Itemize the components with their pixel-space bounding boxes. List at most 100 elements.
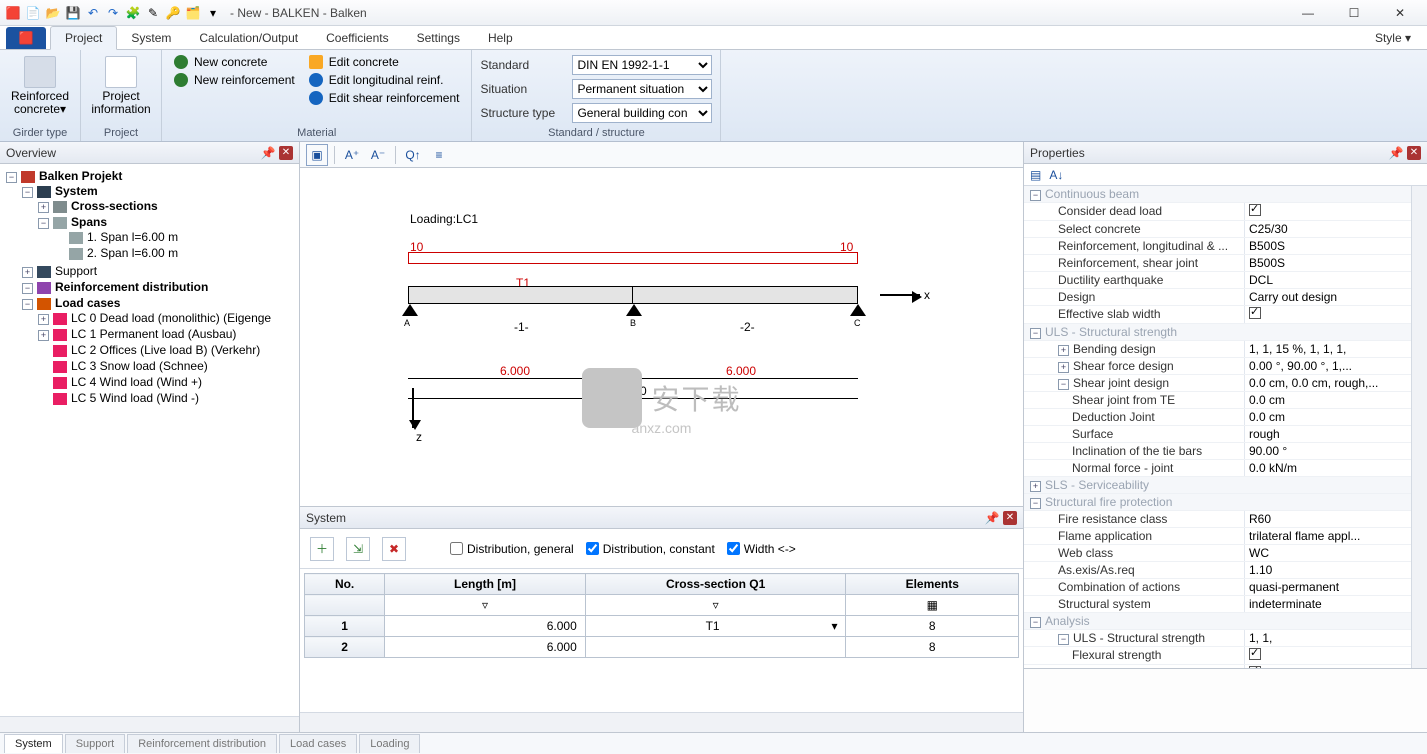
save-icon[interactable]: 💾	[64, 4, 82, 22]
wand-icon[interactable]: ✎	[144, 4, 162, 22]
pin-icon[interactable]: 📌	[985, 511, 999, 525]
tree-scrollbar[interactable]	[0, 716, 299, 732]
expand-icon[interactable]: +	[38, 314, 49, 325]
maximize-button[interactable]: ☐	[1331, 0, 1377, 26]
font-larger-icon[interactable]: A⁺	[341, 144, 363, 166]
close-button[interactable]: ✕	[1377, 0, 1423, 26]
q-up-icon[interactable]: Q↑	[402, 144, 424, 166]
tree-system[interactable]: System	[55, 184, 98, 198]
new-icon[interactable]: 📄	[24, 4, 42, 22]
tab-loading[interactable]: Loading	[359, 734, 420, 753]
system-table[interactable]: No. Length [m] Cross-section Q1 Elements…	[304, 573, 1019, 658]
tree-span-1[interactable]: 1. Span l=6.00 m	[87, 230, 178, 244]
edit-concrete-button[interactable]: Edit concrete	[305, 54, 464, 70]
checkbox[interactable]	[1249, 648, 1261, 660]
pin-icon[interactable]: 📌	[1389, 146, 1403, 160]
checkbox[interactable]	[1249, 666, 1261, 668]
tab-project[interactable]: Project	[50, 26, 117, 50]
collapse-icon[interactable]: −	[22, 299, 33, 310]
edit-shear-button[interactable]: Edit shear reinforcement	[305, 90, 464, 106]
tree-root[interactable]: Balken Projekt	[39, 169, 122, 183]
collapse-icon[interactable]: −	[22, 283, 33, 294]
tree-lc1[interactable]: LC 1 Permanent load (Ausbau)	[71, 327, 236, 341]
bars-icon[interactable]: ≡	[428, 144, 450, 166]
reinforced-concrete-button[interactable]: Reinforced concrete▾	[8, 54, 72, 118]
tree-lc4[interactable]: LC 4 Wind load (Wind +)	[71, 375, 202, 389]
filter-icon[interactable]: ▿	[585, 595, 846, 616]
collapse-icon[interactable]: −	[1058, 379, 1069, 390]
cell-cs[interactable]: T1 ▾	[585, 616, 846, 637]
minimize-button[interactable]: ―	[1285, 0, 1331, 26]
style-dropdown[interactable]: Style ▾	[1365, 27, 1421, 49]
categorize-icon[interactable]: ▤	[1030, 168, 1041, 182]
expand-icon[interactable]: +	[38, 202, 49, 213]
tree-loadcases[interactable]: Load cases	[55, 296, 120, 310]
structure-select[interactable]: General building con	[572, 103, 712, 123]
cell-elements[interactable]: 8	[846, 616, 1019, 637]
expand-icon[interactable]: +	[1058, 345, 1069, 356]
tab-system[interactable]: System	[117, 27, 185, 49]
system-scrollbar[interactable]	[300, 712, 1023, 732]
expand-icon[interactable]: +	[1030, 481, 1041, 492]
tab-system[interactable]: System	[4, 734, 63, 753]
tree-cross-sections[interactable]: Cross-sections	[71, 199, 158, 213]
filter-icon[interactable]: ▿	[385, 595, 586, 616]
checkbox[interactable]	[1249, 307, 1261, 319]
dist-general-check[interactable]: Distribution, general	[450, 542, 574, 556]
qat-more-icon[interactable]: ▾	[204, 4, 222, 22]
collapse-icon[interactable]: −	[38, 218, 49, 229]
collapse-icon[interactable]: −	[1030, 328, 1041, 339]
drawing-canvas[interactable]: Loading:LC1 10 10 T1 A B C -1- -2- x 6.0…	[300, 168, 1023, 506]
tree-reinforcement[interactable]: Reinforcement distribution	[55, 280, 208, 294]
insert-row-icon[interactable]: ⇲	[346, 537, 370, 561]
expand-icon[interactable]: +	[38, 330, 49, 341]
tree-lc5[interactable]: LC 5 Wind load (Wind -)	[71, 391, 199, 405]
checkbox[interactable]	[1249, 204, 1261, 216]
situation-select[interactable]: Permanent situation	[572, 79, 712, 99]
add-row-icon[interactable]: ＋	[310, 537, 334, 561]
cell-length[interactable]: 6.000	[385, 637, 586, 658]
file-tab[interactable]: 🟥	[6, 27, 46, 49]
panel-close-icon[interactable]: ✕	[1003, 511, 1017, 525]
open-icon[interactable]: 📂	[44, 4, 62, 22]
tree-spans[interactable]: Spans	[71, 215, 107, 229]
dropdown-icon[interactable]: ▾	[831, 619, 837, 633]
delete-row-icon[interactable]: ✖	[382, 537, 406, 561]
tab-calc[interactable]: Calculation/Output	[185, 27, 312, 49]
tree-lc0[interactable]: LC 0 Dead load (monolithic) (Eigenge	[71, 311, 271, 325]
tab-load-cases[interactable]: Load cases	[279, 734, 357, 753]
cell-cs[interactable]	[585, 637, 846, 658]
tool-icon[interactable]: 🧩	[124, 4, 142, 22]
collapse-icon[interactable]: −	[1030, 190, 1041, 201]
cell-length[interactable]: 6.000	[385, 616, 586, 637]
tab-help[interactable]: Help	[474, 27, 527, 49]
tab-reinforcement[interactable]: Reinforcement distribution	[127, 734, 277, 753]
table-row[interactable]: 2 6.000 8	[305, 637, 1019, 658]
panel-close-icon[interactable]: ✕	[1407, 146, 1421, 160]
tree-lc3[interactable]: LC 3 Snow load (Schnee)	[71, 359, 208, 373]
key-icon[interactable]: 🔑	[164, 4, 182, 22]
pin-icon[interactable]: 📌	[261, 146, 275, 160]
expand-icon[interactable]: +	[22, 267, 33, 278]
collapse-icon[interactable]: −	[22, 187, 33, 198]
cell-elements[interactable]: 8	[846, 637, 1019, 658]
overview-tree[interactable]: −Balken Projekt −System +Cross-sections …	[0, 164, 299, 716]
tree-lc2[interactable]: LC 2 Offices (Live load B) (Verkehr)	[71, 343, 260, 357]
panel-close-icon[interactable]: ✕	[279, 146, 293, 160]
collapse-icon[interactable]: −	[1058, 634, 1069, 645]
standard-select[interactable]: DIN EN 1992-1-1	[572, 55, 712, 75]
collapse-icon[interactable]: −	[6, 172, 17, 183]
folder-icon[interactable]: 🗂️	[184, 4, 202, 22]
table-row[interactable]: 1 6.000 T1 ▾ 8	[305, 616, 1019, 637]
tab-coeff[interactable]: Coefficients	[312, 27, 402, 49]
edit-longitudinal-button[interactable]: Edit longitudinal reinf.	[305, 72, 464, 88]
tree-span-2[interactable]: 2. Span l=6.00 m	[87, 246, 178, 260]
project-info-button[interactable]: Project information	[89, 54, 153, 118]
tab-support[interactable]: Support	[65, 734, 126, 753]
properties-grid[interactable]: −Continuous beam Consider dead load Sele…	[1024, 186, 1427, 668]
expand-icon[interactable]: +	[1058, 362, 1069, 373]
collapse-icon[interactable]: −	[1030, 617, 1041, 628]
fit-icon[interactable]: ▣	[306, 144, 328, 166]
sort-icon[interactable]: A↓	[1049, 168, 1063, 182]
new-reinforcement-button[interactable]: New reinforcement	[170, 72, 299, 88]
